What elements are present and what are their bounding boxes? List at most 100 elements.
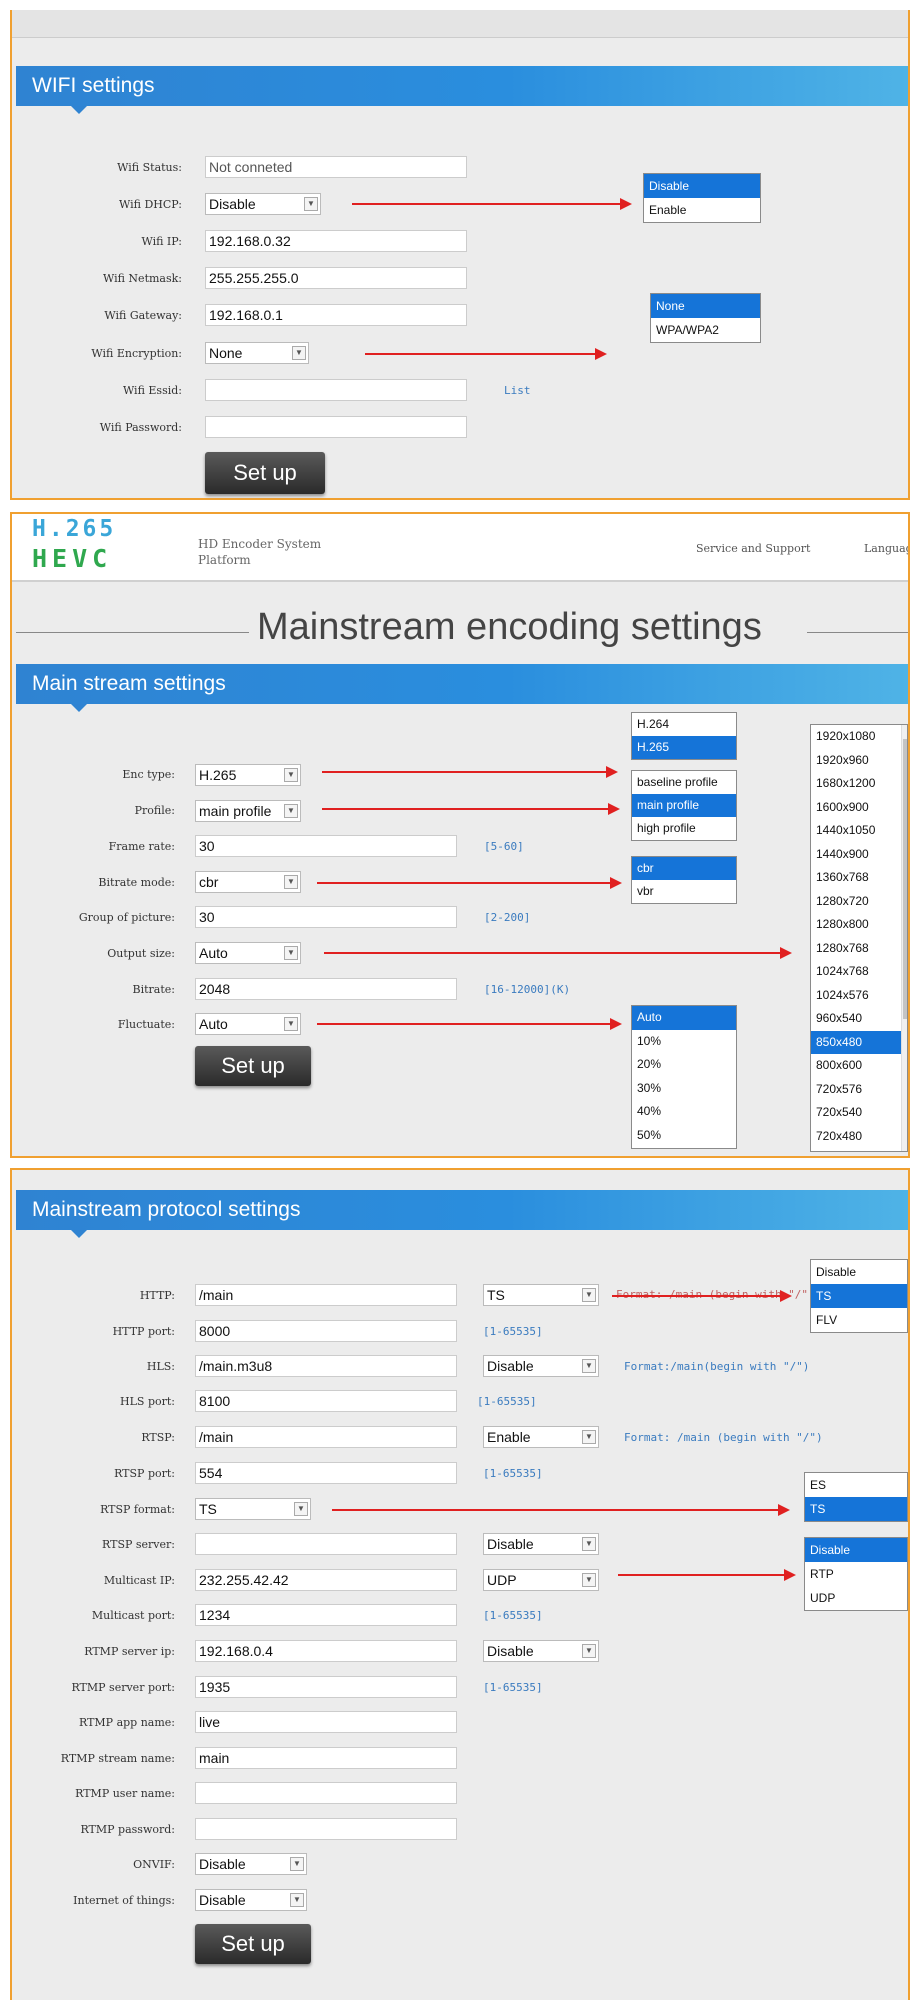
- option-item[interactable]: 960x540: [811, 1007, 907, 1031]
- option-item[interactable]: 1024x768: [811, 960, 907, 984]
- option-item[interactable]: 10%: [632, 1030, 736, 1054]
- option-item[interactable]: 1024x576: [811, 984, 907, 1008]
- enc-options-list[interactable]: H.264 H.265: [631, 712, 737, 760]
- option-item[interactable]: 1440x900: [811, 843, 907, 867]
- rtmp-port-input[interactable]: 1935: [195, 1676, 457, 1698]
- wifi-gateway-input[interactable]: 192.168.0.1: [205, 304, 467, 326]
- fluctuate-select[interactable]: Auto ▼: [195, 1013, 301, 1035]
- option-item[interactable]: 1280x768: [811, 937, 907, 961]
- http-input[interactable]: /main: [195, 1284, 457, 1306]
- option-item[interactable]: baseline profile: [632, 771, 736, 794]
- fluctuate-options-list[interactable]: Auto 10% 20% 30% 40% 50%: [631, 1005, 737, 1149]
- dhcp-options-list[interactable]: Disable Enable: [643, 173, 761, 223]
- rtsp-format-options-list[interactable]: ES TS: [804, 1472, 908, 1522]
- output-size-select[interactable]: Auto ▼: [195, 942, 301, 964]
- gop-input[interactable]: 30: [195, 906, 457, 928]
- rtsp-input[interactable]: /main: [195, 1426, 457, 1448]
- option-item[interactable]: 720x576: [811, 1078, 907, 1102]
- option-item[interactable]: Disable: [811, 1260, 907, 1284]
- option-item[interactable]: H.265: [632, 736, 736, 759]
- option-item[interactable]: 20%: [632, 1053, 736, 1077]
- mode-options-list[interactable]: cbr vbr: [631, 856, 737, 904]
- multicast-select[interactable]: UDP ▼: [483, 1569, 599, 1591]
- rtmp-password-input[interactable]: [195, 1818, 457, 1840]
- option-item[interactable]: vbr: [632, 880, 736, 903]
- http-port-input[interactable]: 8000: [195, 1320, 457, 1342]
- wifi-list-link[interactable]: List: [504, 384, 531, 397]
- option-item[interactable]: FLV: [811, 1308, 907, 1332]
- wifi-setup-button[interactable]: Set up: [205, 452, 325, 494]
- option-item[interactable]: 1920x1080: [811, 725, 907, 749]
- hls-port-input[interactable]: 8100: [195, 1390, 457, 1412]
- rtsp-select[interactable]: Enable ▼: [483, 1426, 599, 1448]
- rtmp-app-input[interactable]: live: [195, 1711, 457, 1733]
- option-item[interactable]: 1600x900: [811, 796, 907, 820]
- option-item[interactable]: 40%: [632, 1100, 736, 1124]
- option-item[interactable]: 1280x720: [811, 890, 907, 914]
- rtmp-user-input[interactable]: [195, 1782, 457, 1804]
- rtmp-select[interactable]: Disable ▼: [483, 1640, 599, 1662]
- option-item[interactable]: Auto: [632, 1006, 736, 1030]
- option-item[interactable]: TS: [811, 1284, 907, 1308]
- bitrate-mode-select[interactable]: cbr ▼: [195, 871, 301, 893]
- profile-select[interactable]: main profile ▼: [195, 800, 301, 822]
- rtsp-format-select[interactable]: TS ▼: [195, 1498, 311, 1520]
- wifi-essid-input[interactable]: [205, 379, 467, 401]
- option-item[interactable]: main profile: [632, 794, 736, 817]
- option-item[interactable]: 720x540: [811, 1101, 907, 1125]
- option-item[interactable]: Enable: [644, 198, 760, 222]
- rtsp-server-input[interactable]: [195, 1533, 457, 1555]
- multicast-port-input[interactable]: 1234: [195, 1604, 457, 1626]
- option-item[interactable]: RTP: [805, 1562, 907, 1586]
- size-options-list[interactable]: 1920x1080 1920x960 1680x1200 1600x900 14…: [810, 724, 908, 1152]
- rtmp-ip-input[interactable]: 192.168.0.4: [195, 1640, 457, 1662]
- option-item[interactable]: Disable: [805, 1538, 907, 1562]
- option-item[interactable]: high profile: [632, 817, 736, 840]
- scrollbar-thumb[interactable]: [903, 739, 907, 1019]
- option-item[interactable]: 850x480: [811, 1030, 907, 1054]
- onvif-select[interactable]: Disable ▼: [195, 1853, 307, 1875]
- multicast-ip-input[interactable]: 232.255.42.42: [195, 1569, 457, 1591]
- main-setup-button[interactable]: Set up: [195, 1046, 311, 1086]
- option-item[interactable]: UDP: [805, 1586, 907, 1610]
- option-item[interactable]: 30%: [632, 1077, 736, 1101]
- http-options-list[interactable]: Disable TS FLV: [810, 1259, 908, 1333]
- option-item[interactable]: None: [651, 294, 760, 318]
- profile-options-list[interactable]: baseline profile main profile high profi…: [631, 770, 737, 841]
- option-item[interactable]: cbr: [632, 857, 736, 880]
- option-item[interactable]: H.264: [632, 713, 736, 736]
- multicast-options-list[interactable]: Disable RTP UDP: [804, 1537, 908, 1611]
- protocol-setup-button[interactable]: Set up: [195, 1924, 311, 1964]
- option-item[interactable]: 1680x1200: [811, 772, 907, 796]
- bitrate-input[interactable]: 2048: [195, 978, 457, 1000]
- service-support-link[interactable]: Service and Support: [696, 542, 810, 555]
- rtsp-port-input[interactable]: 554: [195, 1462, 457, 1484]
- option-item[interactable]: TS: [805, 1497, 907, 1521]
- rtsp-server-select[interactable]: Disable ▼: [483, 1533, 599, 1555]
- wifi-encryption-select[interactable]: None ▼: [205, 342, 309, 364]
- option-item[interactable]: WPA/WPA2: [651, 318, 760, 342]
- wifi-dhcp-select[interactable]: Disable ▼: [205, 193, 321, 215]
- option-item[interactable]: 720x480: [811, 1125, 907, 1149]
- scrollbar[interactable]: [901, 725, 907, 1151]
- rtmp-stream-input[interactable]: main: [195, 1747, 457, 1769]
- option-item[interactable]: 1280x800: [811, 913, 907, 937]
- option-item[interactable]: Disable: [644, 174, 760, 198]
- iot-select[interactable]: Disable ▼: [195, 1889, 307, 1911]
- wifi-ip-input[interactable]: 192.168.0.32: [205, 230, 467, 252]
- option-item[interactable]: 1920x960: [811, 749, 907, 773]
- frame-rate-input[interactable]: 30: [195, 835, 457, 857]
- option-item[interactable]: 1360x768: [811, 866, 907, 890]
- http-format-select[interactable]: TS ▼: [483, 1284, 599, 1306]
- enc-type-select[interactable]: H.265 ▼: [195, 764, 301, 786]
- hls-select[interactable]: Disable ▼: [483, 1355, 599, 1377]
- language-link[interactable]: Language: [864, 542, 908, 555]
- wifi-password-input[interactable]: [205, 416, 467, 438]
- option-item[interactable]: 800x600: [811, 1054, 907, 1078]
- option-item[interactable]: 50%: [632, 1124, 736, 1148]
- option-item[interactable]: ES: [805, 1473, 907, 1497]
- option-item[interactable]: 1440x1050: [811, 819, 907, 843]
- encryption-options-list[interactable]: None WPA/WPA2: [650, 293, 761, 343]
- hls-input[interactable]: /main.m3u8: [195, 1355, 457, 1377]
- wifi-netmask-input[interactable]: 255.255.255.0: [205, 267, 467, 289]
